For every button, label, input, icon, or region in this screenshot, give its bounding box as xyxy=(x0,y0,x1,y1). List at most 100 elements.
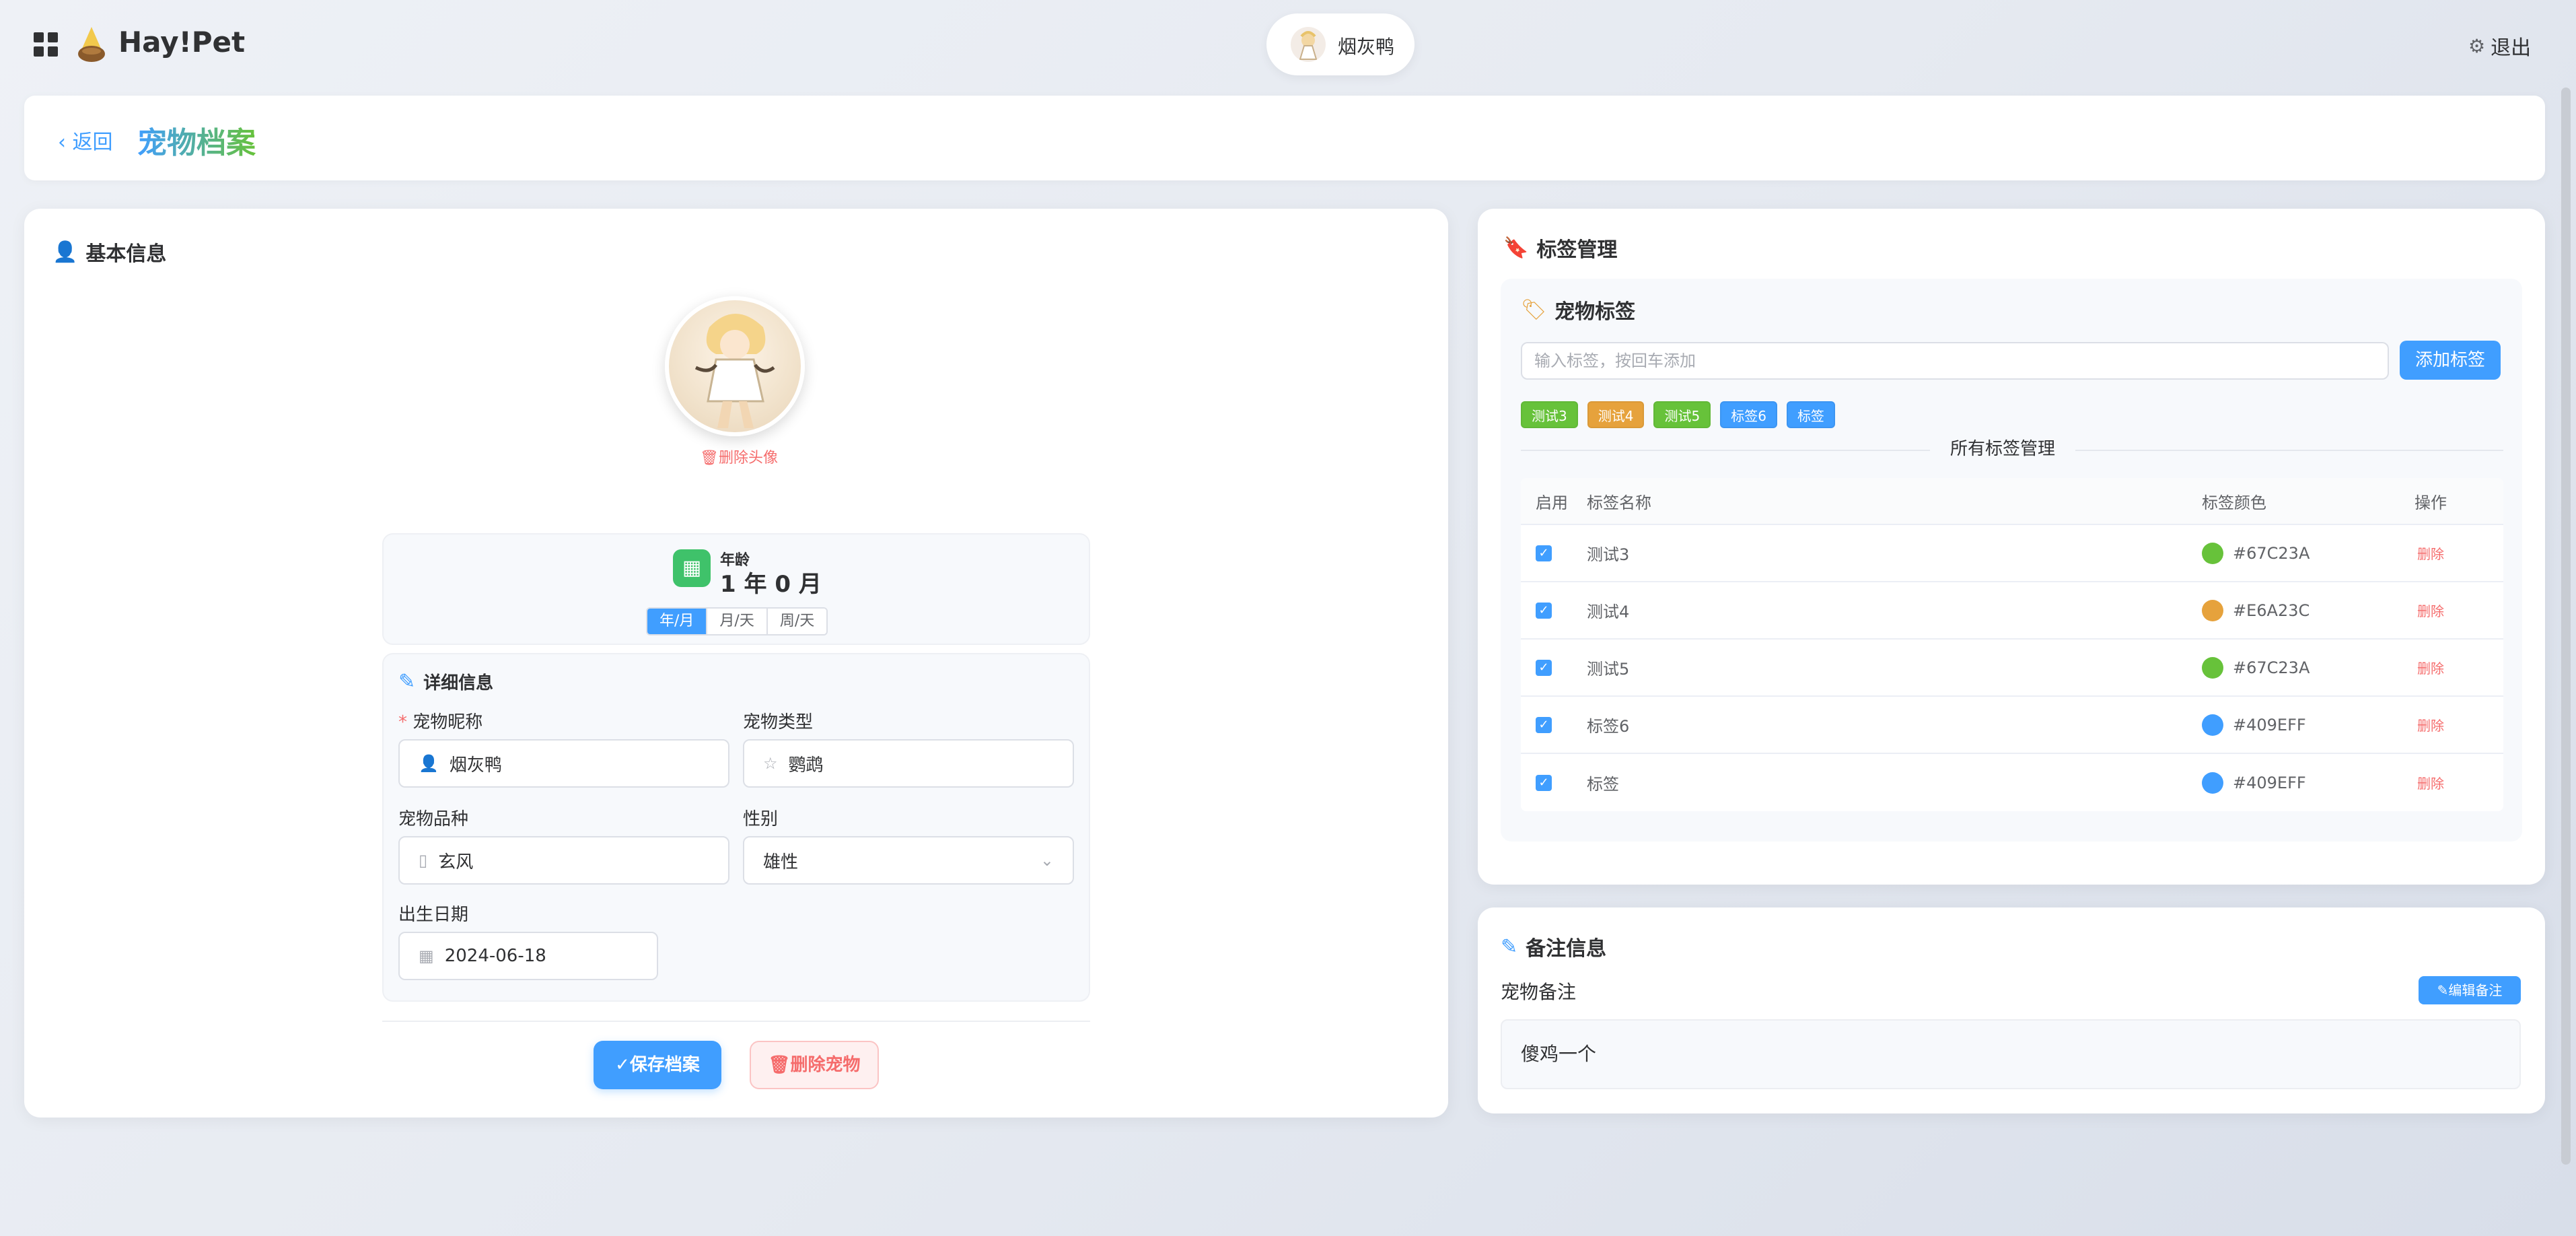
breed-label: 宠物品种 xyxy=(398,809,469,829)
birthday-picker[interactable]: ▦ 2024-06-18 xyxy=(398,932,658,980)
delete-tag-button[interactable]: 删除 xyxy=(2414,660,2444,677)
basic-info-card: 👤 基本信息 🗑删除头像 ▦ 年龄 1 年 0 月 年/月 月/天 周/天 ✎ … xyxy=(24,209,1448,1118)
tag-color-value: #E6A23C xyxy=(2233,600,2310,620)
tag-chip[interactable]: 测试3 xyxy=(1521,401,1578,428)
delete-avatar-button[interactable]: 🗑删除头像 xyxy=(700,446,778,467)
col-tag-color: 标签颜色 xyxy=(2202,493,2266,512)
age-mode-week-day[interactable]: 周/天 xyxy=(767,609,827,634)
tag-management-title-text: 标签管理 xyxy=(1536,238,1618,262)
edit-icon: ✎ xyxy=(398,670,416,693)
birthday-label: 出生日期 xyxy=(398,905,469,925)
color-dot xyxy=(2202,714,2223,736)
table-row: ✓ 测试4 #E6A23C 删除 xyxy=(1521,582,2503,640)
pet-tags-title: 🏷 宠物标签 xyxy=(1521,295,1635,324)
age-mode-year-month[interactable]: 年/月 xyxy=(647,609,708,634)
user-avatar xyxy=(1291,27,1326,62)
tag-icon: 🏷 xyxy=(1521,298,1547,322)
breed-value: 玄风 xyxy=(438,852,474,872)
calendar-icon: ▦ xyxy=(673,549,711,587)
save-profile-button[interactable]: ✓保存档案 xyxy=(594,1041,721,1089)
enable-checkbox[interactable]: ✓ xyxy=(1536,602,1552,619)
color-dot xyxy=(2202,656,2223,679)
user-name: 烟灰鸭 xyxy=(1338,36,1395,58)
avatar-illustration-icon xyxy=(1299,31,1318,60)
details-title-text: 详细信息 xyxy=(423,673,494,693)
tag-management-title: 🔖 标签管理 xyxy=(1503,233,1617,263)
mouse-icon: ▯ xyxy=(419,851,428,870)
enable-checkbox[interactable]: ✓ xyxy=(1536,659,1552,676)
top-bar: Hay!Pet 烟灰鸭 ⚙ 退出 xyxy=(0,0,2576,90)
gender-select[interactable]: 雄性 ⌄ xyxy=(743,836,1074,885)
enable-checkbox[interactable]: ✓ xyxy=(1536,774,1552,791)
notes-title-text: 备注信息 xyxy=(1526,937,1607,961)
col-actions: 操作 xyxy=(2414,493,2447,512)
chevron-down-icon: ⌄ xyxy=(1040,851,1054,870)
details-panel: ✎ 详细信息 * 宠物昵称 👤 烟灰鸭 宠物类型 ☆ 鹦鹉 宠物品种 ▯ 玄风 … xyxy=(382,653,1090,1002)
details-title: ✎ 详细信息 xyxy=(398,669,493,694)
tag-color-value: #409EFF xyxy=(2233,773,2306,792)
back-button[interactable]: ‹ 返回 xyxy=(58,125,113,155)
table-row: ✓ 测试5 #67C23A 删除 xyxy=(1521,640,2503,697)
enable-checkbox[interactable]: ✓ xyxy=(1536,545,1552,561)
basic-info-title-text: 基本信息 xyxy=(85,242,167,266)
delete-pet-button[interactable]: 🗑删除宠物 xyxy=(750,1041,879,1089)
logout-button[interactable]: ⚙ 退出 xyxy=(2468,31,2531,61)
tag-chip-list: 测试3 测试4 测试5 标签6 标签 xyxy=(1521,401,1835,428)
tag-input[interactable]: 输入标签，按回车添加 xyxy=(1521,342,2389,380)
col-enabled: 启用 xyxy=(1536,493,1568,512)
tag-management-card: 🔖 标签管理 🏷 宠物标签 输入标签，按回车添加 添加标签 测试3 测试4 测试… xyxy=(1478,209,2545,885)
enable-checkbox[interactable]: ✓ xyxy=(1536,716,1552,733)
delete-tag-button[interactable]: 删除 xyxy=(2414,776,2444,792)
age-mode-month-day[interactable]: 月/天 xyxy=(707,609,768,634)
table-header: 启用 标签名称 标签颜色 操作 xyxy=(1521,478,2503,525)
tag-name: 测试4 xyxy=(1587,603,1630,621)
tag-chip[interactable]: 测试5 xyxy=(1653,401,1711,428)
trash-icon: 🗑 xyxy=(700,450,719,467)
tag-chip[interactable]: 标签6 xyxy=(1720,401,1777,428)
gear-icon: ⚙ xyxy=(2468,34,2486,57)
table-row: ✓ 测试3 #67C23A 删除 xyxy=(1521,525,2503,582)
tag-chip[interactable]: 标签 xyxy=(1786,401,1835,428)
tag-name: 标签6 xyxy=(1587,717,1630,736)
tag-chip[interactable]: 测试4 xyxy=(1587,401,1645,428)
edit-notes-label: 编辑备注 xyxy=(2448,982,2503,998)
page-title: 宠物档案 xyxy=(137,118,256,162)
logout-label: 退出 xyxy=(2491,36,2532,60)
brand-name: Hay!Pet xyxy=(118,26,246,59)
col-tag-name: 标签名称 xyxy=(1587,493,1651,512)
tag-name: 标签 xyxy=(1587,775,1619,794)
check-icon: ✓ xyxy=(615,1055,630,1075)
edit-notes-button[interactable]: ✎编辑备注 xyxy=(2419,976,2521,1004)
breed-field[interactable]: ▯ 玄风 xyxy=(398,836,729,885)
pet-avatar-illustration-icon xyxy=(694,314,775,428)
nickname-field[interactable]: 👤 烟灰鸭 xyxy=(398,739,729,788)
divider xyxy=(382,1021,1090,1022)
table-row: ✓ 标签 #409EFF 删除 xyxy=(1521,754,2503,811)
tags-table: 启用 标签名称 标签颜色 操作 ✓ 测试3 #67C23A 删除 ✓ 测试4 #… xyxy=(1521,478,2503,811)
pet-avatar[interactable] xyxy=(665,296,805,436)
delete-tag-button[interactable]: 删除 xyxy=(2414,546,2444,562)
nickname-value: 烟灰鸭 xyxy=(449,755,502,776)
tag-name: 测试3 xyxy=(1587,545,1630,564)
tag-panel: 🏷 宠物标签 输入标签，按回车添加 添加标签 测试3 测试4 测试5 标签6 标… xyxy=(1501,279,2522,842)
user-pill[interactable]: 烟灰鸭 xyxy=(1266,13,1415,75)
person-icon: 👤 xyxy=(419,754,439,773)
add-tag-button[interactable]: 添加标签 xyxy=(2400,341,2501,380)
chevron-left-icon: ‹ xyxy=(58,131,66,154)
age-panel: ▦ 年龄 1 年 0 月 年/月 月/天 周/天 xyxy=(382,533,1090,645)
type-field[interactable]: ☆ 鹦鹉 xyxy=(743,739,1074,788)
delete-avatar-label: 删除头像 xyxy=(718,450,778,467)
age-value: 1 年 0 月 xyxy=(720,571,822,598)
all-tags-label: 所有标签管理 xyxy=(1930,436,2076,462)
edit-icon: ✎ xyxy=(2437,982,2449,998)
notes-title: ✎ 备注信息 xyxy=(1501,932,1606,961)
page-scrollbar[interactable] xyxy=(2561,88,2571,1165)
tag-color-value: #67C23A xyxy=(2233,658,2310,677)
bookmark-icon: 🔖 xyxy=(1503,236,1529,260)
delete-tag-button[interactable]: 删除 xyxy=(2414,718,2444,734)
required-mark: * xyxy=(398,712,413,732)
delete-tag-button[interactable]: 删除 xyxy=(2414,603,2444,619)
apps-grid-icon[interactable] xyxy=(34,32,58,57)
logo-icon xyxy=(78,27,105,62)
calendar-small-icon: ▦ xyxy=(419,947,434,965)
